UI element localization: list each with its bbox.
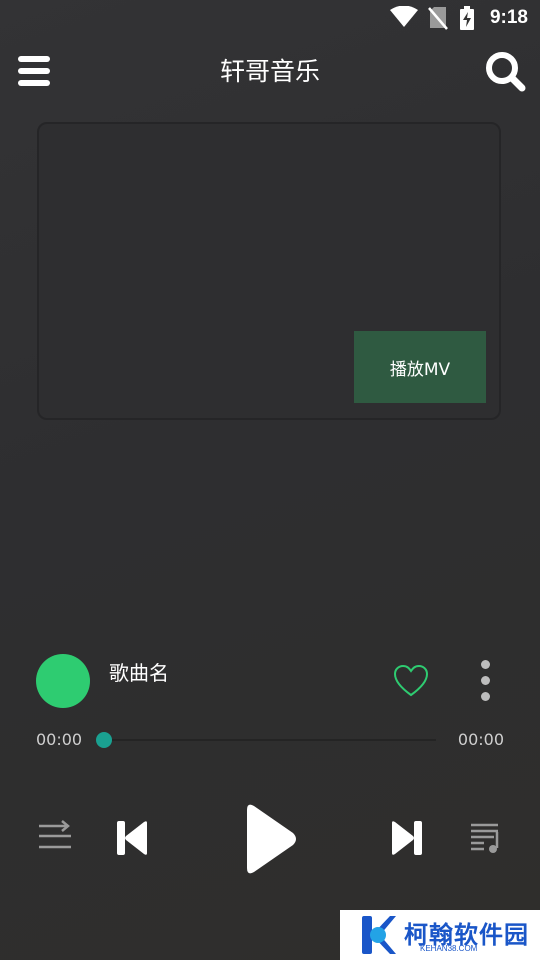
song-name: 歌曲名 — [109, 661, 169, 685]
watermark-domain: KEHAN38.COM — [420, 944, 478, 953]
heart-outline-icon[interactable] — [393, 664, 429, 698]
brand-k-logo-icon — [362, 916, 396, 954]
more-vertical-icon[interactable] — [476, 660, 494, 704]
battery-charging-icon — [460, 6, 474, 30]
wifi-icon — [390, 6, 418, 27]
watermark-logo: 柯翰软件园 KEHAN38.COM — [340, 910, 540, 960]
current-time: 00:00 — [36, 730, 83, 749]
total-time: 00:00 — [457, 730, 504, 749]
play-mv-button[interactable]: 播放MV — [354, 331, 486, 403]
now-playing-row: 歌曲名 — [0, 650, 540, 714]
repeat-list-icon[interactable] — [38, 820, 72, 852]
skip-next-icon[interactable] — [390, 819, 424, 857]
progress-thumb[interactable] — [96, 732, 112, 748]
album-art[interactable] — [36, 654, 90, 708]
clock-time: 9:18 — [489, 7, 528, 28]
progress-row: 00:00 00:00 — [0, 728, 540, 752]
search-icon[interactable] — [484, 50, 526, 92]
skip-previous-icon[interactable] — [115, 819, 149, 857]
app-bar: 轩哥音乐 — [0, 36, 540, 106]
progress-track[interactable] — [104, 739, 436, 741]
play-icon[interactable] — [243, 802, 299, 876]
status-bar: 9:18 — [0, 0, 540, 36]
app-title: 轩哥音乐 — [219, 57, 320, 86]
playlist-music-icon[interactable] — [470, 822, 502, 854]
playback-controls — [0, 790, 540, 890]
no-sim-icon — [428, 7, 448, 30]
